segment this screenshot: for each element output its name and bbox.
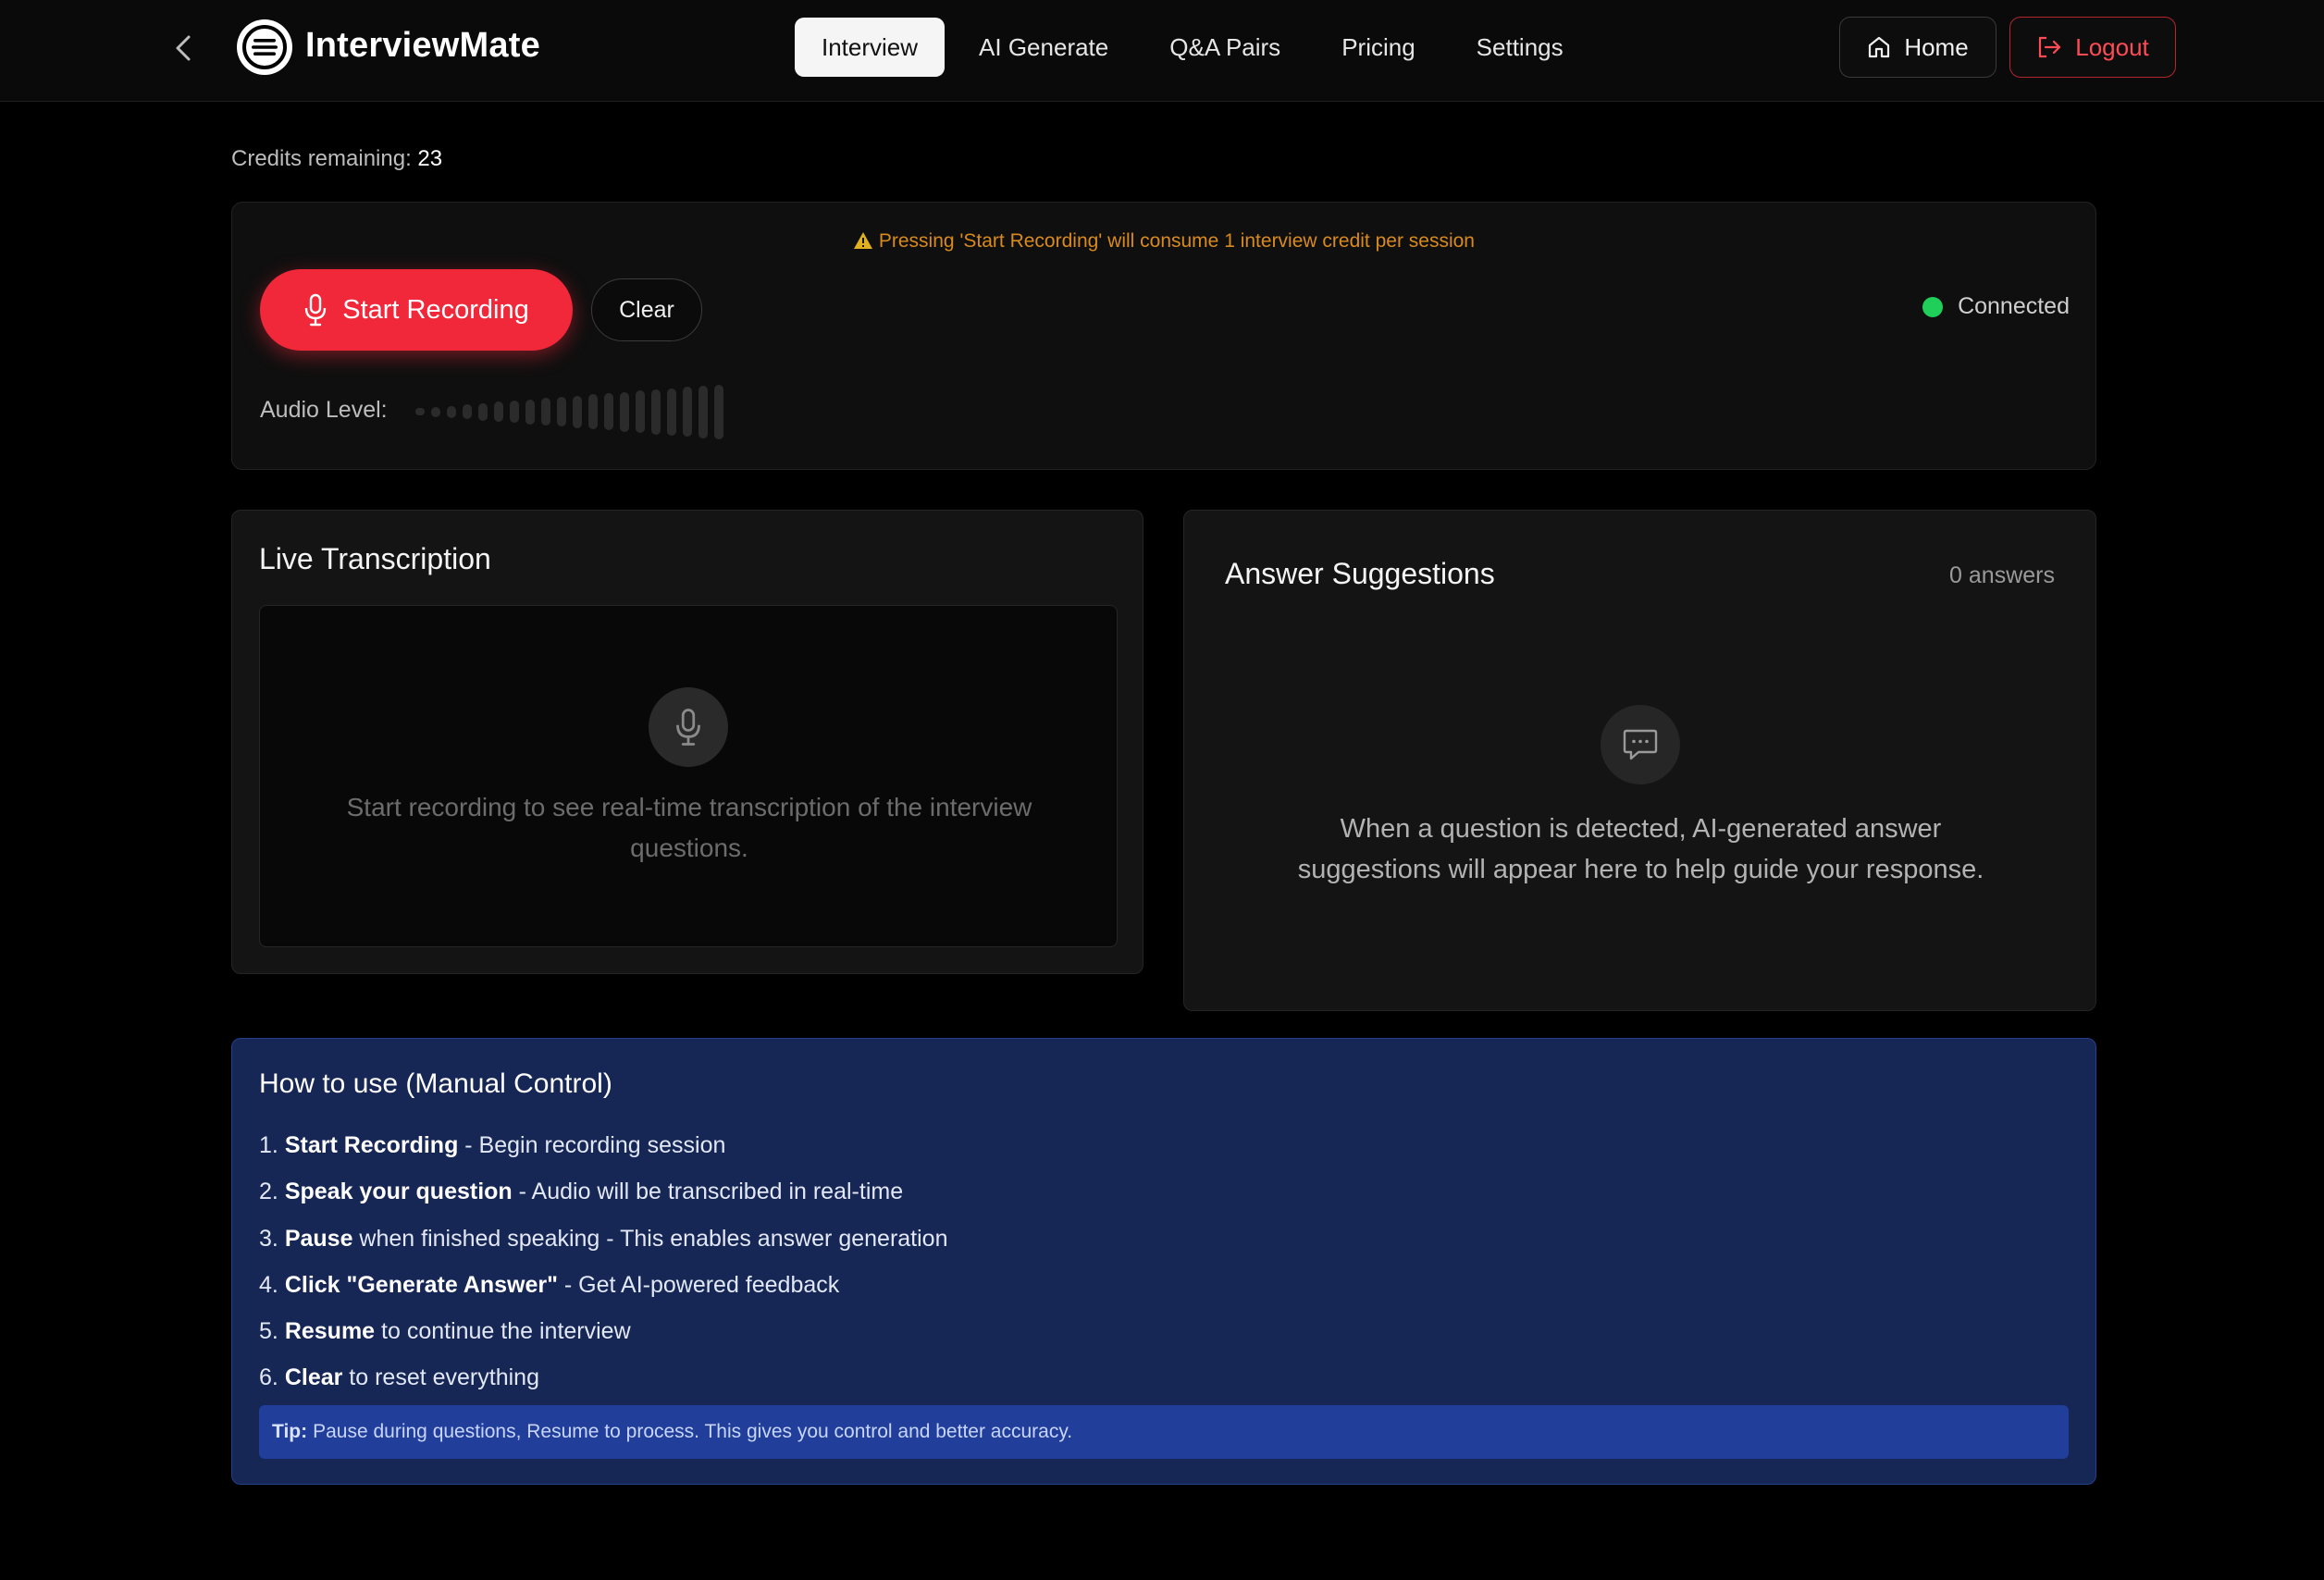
how-to-use-title: How to use (Manual Control) — [259, 1068, 612, 1099]
step-description: - Begin recording session — [458, 1132, 726, 1158]
step-action: Resume — [284, 1318, 376, 1345]
home-button-label: Home — [1904, 32, 1969, 61]
step-number: 1. — [259, 1132, 278, 1158]
audio-level-label: Audio Level: — [260, 397, 388, 423]
audio-level-bar — [573, 395, 582, 428]
list-item: 1. Start Recording - Begin recording ses… — [259, 1122, 947, 1168]
audio-level-bar — [683, 387, 692, 437]
tab-qa-pairs[interactable]: Q&A Pairs — [1143, 18, 1307, 77]
step-description: to reset everything — [342, 1364, 539, 1391]
chat-icon — [1623, 729, 1658, 760]
step-description: to continue the interview — [375, 1318, 631, 1345]
credit-warning-text: Pressing 'Start Recording' will consume … — [878, 230, 1475, 252]
microphone-icon — [305, 293, 327, 327]
live-transcription-panel: Live Transcription Start recording to se… — [231, 510, 1143, 974]
how-to-steps: 1. Start Recording - Begin recording ses… — [259, 1122, 947, 1401]
step-number: 2. — [259, 1179, 278, 1205]
answers-empty-message: When a question is detected, AI-generate… — [1297, 814, 1984, 884]
app-name[interactable]: InterviewMate — [305, 26, 540, 66]
audio-level-bar — [588, 394, 598, 429]
warning-icon — [854, 232, 873, 249]
answer-suggestions-panel: Answer Suggestions 0 answers When a ques… — [1183, 510, 2096, 1011]
list-item: 6. Clear to reset everything — [259, 1354, 947, 1401]
step-action: Clear — [284, 1364, 343, 1391]
audio-level-bar — [510, 401, 519, 423]
how-to-use-panel: How to use (Manual Control) 1. Start Rec… — [231, 1038, 2096, 1485]
audio-level-meter — [415, 384, 723, 439]
audio-level-bar — [620, 391, 629, 432]
step-number: 4. — [259, 1271, 278, 1298]
tip-text: Pause during questions, Resume to proces… — [313, 1421, 1073, 1442]
audio-level-bar — [415, 408, 425, 415]
credits-label: Credits remaining: — [231, 146, 412, 171]
clear-button[interactable]: Clear — [591, 278, 702, 341]
start-recording-button[interactable]: Start Recording — [260, 269, 573, 351]
back-button[interactable] — [167, 31, 200, 65]
connection-status-text: Connected — [1958, 293, 2070, 319]
top-navbar: InterviewMate Interview AI Generate Q&A … — [0, 0, 2324, 102]
list-item: 5. Resume to continue the interview — [259, 1308, 947, 1354]
audio-level-bar — [636, 390, 645, 433]
logout-button[interactable]: Logout — [2009, 17, 2176, 78]
audio-level-bar — [698, 385, 708, 438]
step-action: Pause — [284, 1225, 353, 1252]
answers-chat-badge — [1601, 705, 1680, 784]
step-action: Start Recording — [284, 1132, 459, 1158]
logout-button-label: Logout — [2075, 32, 2149, 61]
step-action: Click "Generate Answer" — [284, 1271, 558, 1298]
list-item: 2. Speak your question - Audio will be t… — [259, 1168, 947, 1215]
step-description: - Get AI-powered feedback — [557, 1271, 840, 1298]
connection-status: Connected — [1922, 293, 2070, 320]
tab-ai-generate[interactable]: AI Generate — [952, 18, 1135, 77]
step-description: when finished speaking - This enables an… — [352, 1225, 948, 1252]
list-item: 4. Click "Generate Answer" - Get AI-powe… — [259, 1262, 947, 1308]
credits-value: 23 — [417, 146, 443, 171]
transcription-area: Start recording to see real-time transcr… — [259, 605, 1118, 947]
main-nav: Interview AI Generate Q&A Pairs Pricing … — [795, 18, 1590, 77]
transcription-empty-message: Start recording to see real-time transcr… — [346, 793, 1032, 862]
status-dot — [1922, 296, 1944, 317]
live-transcription-title: Live Transcription — [259, 542, 491, 575]
list-item: 3. Pause when finished speaking - This e… — [259, 1216, 947, 1262]
logo-icon[interactable] — [237, 19, 292, 75]
chevron-left-icon — [176, 35, 191, 61]
audio-level-bar — [431, 406, 440, 417]
answer-count: 0 answers — [1949, 562, 2055, 588]
step-action: Speak your question — [284, 1179, 513, 1205]
audio-level-bar — [447, 405, 456, 418]
audio-level-bar — [714, 384, 723, 439]
credits-remaining: Credits remaining: 23 — [231, 146, 442, 172]
audio-level-bar — [541, 398, 550, 426]
step-description: - Audio will be transcribed in real-time — [512, 1179, 904, 1205]
step-number: 6. — [259, 1364, 278, 1391]
tab-pricing[interactable]: Pricing — [1315, 18, 1441, 77]
home-icon — [1869, 36, 1890, 58]
credit-warning: Pressing 'Start Recording' will consume … — [232, 230, 2095, 253]
audio-level-bar — [604, 393, 613, 430]
audio-level-bar — [557, 397, 566, 426]
step-number: 5. — [259, 1318, 278, 1345]
audio-level-bar — [651, 389, 661, 435]
tab-interview[interactable]: Interview — [795, 18, 946, 77]
audio-level-bar — [494, 401, 503, 422]
audio-level-bar — [667, 388, 676, 436]
tip-label: Tip: — [272, 1421, 308, 1442]
answer-suggestions-title: Answer Suggestions — [1225, 557, 1495, 590]
step-number: 3. — [259, 1225, 278, 1252]
logout-icon — [2039, 36, 2061, 58]
audio-level-bar — [525, 399, 535, 425]
audio-level-bar — [478, 402, 488, 421]
microphone-icon — [676, 709, 700, 746]
tab-settings[interactable]: Settings — [1450, 18, 1590, 77]
tip-banner: Tip: Pause during questions, Resume to p… — [259, 1405, 2069, 1459]
audio-level-bar — [463, 404, 472, 419]
home-button[interactable]: Home — [1839, 17, 1996, 78]
start-recording-label: Start Recording — [342, 294, 529, 325]
transcription-mic-badge — [649, 687, 728, 767]
recording-controls: Pressing 'Start Recording' will consume … — [231, 202, 2096, 470]
